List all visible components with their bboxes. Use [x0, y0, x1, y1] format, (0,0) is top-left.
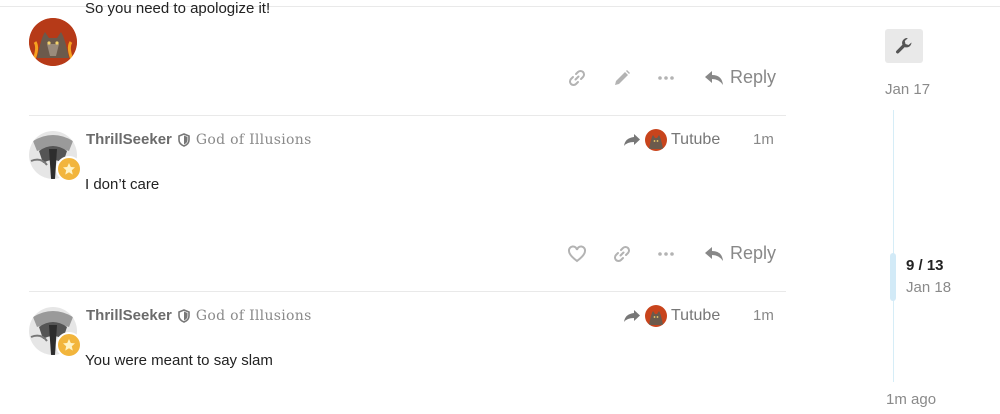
- user-badge[interactable]: [56, 156, 82, 182]
- moderator-shield-icon: [178, 132, 190, 147]
- timeline-rail: [893, 110, 894, 382]
- moderator-shield-icon: [178, 308, 190, 323]
- more-actions-icon[interactable]: [655, 243, 677, 265]
- user-title: God of Illusions: [195, 131, 312, 148]
- post-date[interactable]: 1m: [753, 131, 774, 148]
- reply-to-username: Tutube: [671, 307, 721, 324]
- avatar[interactable]: [29, 18, 77, 66]
- like-heart-icon[interactable]: [566, 243, 588, 265]
- post-body: I don’t care: [85, 176, 160, 193]
- timeline-scroll-handle[interactable]: [890, 253, 896, 301]
- reply-to-avatar: [645, 129, 667, 151]
- reply-button[interactable]: Reply: [704, 67, 776, 88]
- timeline-start-date[interactable]: Jan 17: [885, 81, 930, 98]
- post-body: You were meant to say slam: [85, 352, 273, 369]
- post-divider: [29, 115, 786, 116]
- timeline-position-date: Jan 18: [906, 279, 952, 296]
- timeline-end-date[interactable]: 1m ago: [886, 391, 936, 408]
- reply-arrow-icon: [705, 246, 723, 261]
- reply-button[interactable]: Reply: [704, 243, 776, 264]
- user-badge[interactable]: [56, 332, 82, 358]
- reply-to-tab[interactable]: Tutube: [623, 129, 720, 151]
- more-actions-icon[interactable]: [655, 67, 677, 89]
- star-icon: [63, 339, 75, 351]
- reply-arrow-icon: [705, 70, 723, 85]
- share-arrow-icon: [624, 134, 640, 146]
- timeline-position: 9 / 13: [906, 257, 944, 274]
- admin-wrench-button[interactable]: [885, 29, 923, 63]
- wrench-icon: [896, 38, 912, 54]
- post-body: So you need to apologize it!: [85, 0, 271, 17]
- reply-label: Reply: [730, 67, 777, 87]
- reply-to-username: Tutube: [671, 131, 721, 148]
- star-icon: [63, 163, 75, 175]
- username[interactable]: ThrillSeeker: [86, 307, 172, 324]
- copy-link-icon[interactable]: [566, 67, 588, 89]
- edit-pencil-icon[interactable]: [611, 67, 633, 89]
- post-date[interactable]: 1m: [753, 307, 774, 324]
- user-title: God of Illusions: [195, 307, 312, 324]
- reply-to-tab[interactable]: Tutube: [623, 305, 720, 327]
- post-divider: [29, 291, 786, 292]
- share-arrow-icon: [624, 310, 640, 322]
- username[interactable]: ThrillSeeker: [86, 131, 172, 148]
- reply-label: Reply: [730, 243, 777, 263]
- reply-to-avatar: [645, 305, 667, 327]
- copy-link-icon[interactable]: [611, 243, 633, 265]
